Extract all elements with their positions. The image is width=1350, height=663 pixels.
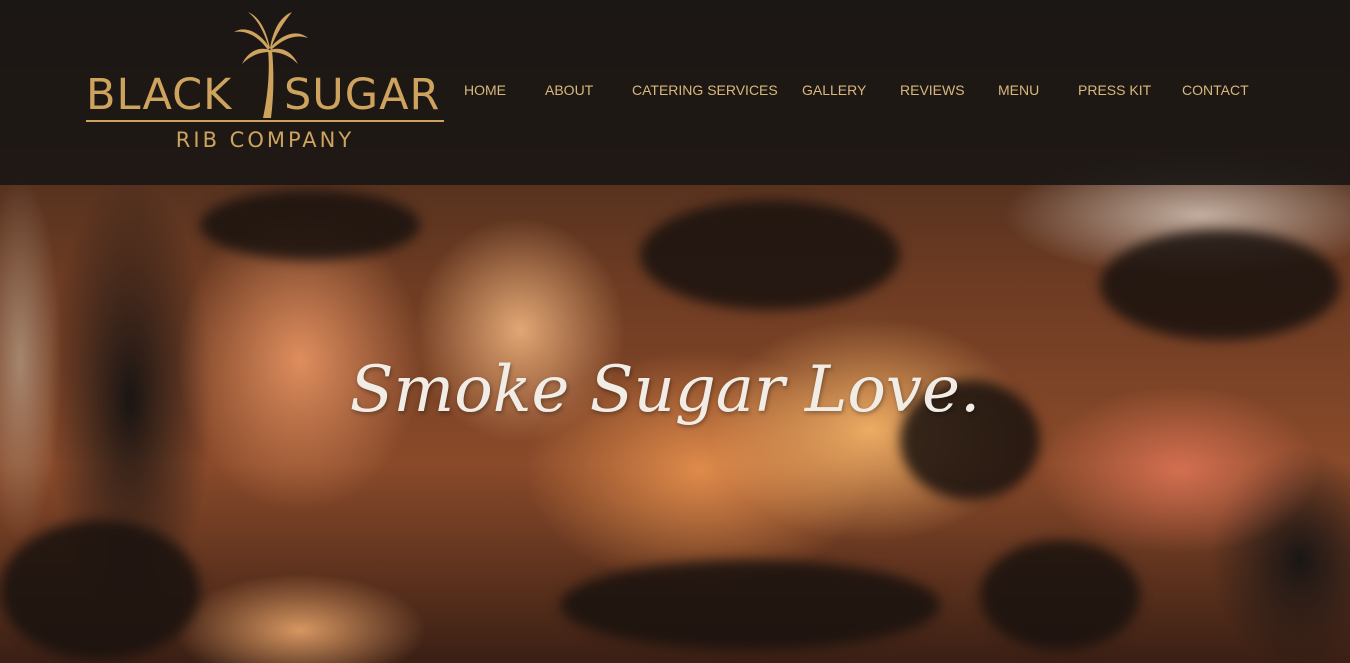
brand-subtitle: RIB COMPANY [175, 128, 355, 152]
nav-home[interactable]: HOME [464, 81, 506, 99]
nav-reviews[interactable]: REVIEWS [900, 81, 965, 99]
main-navigation: HOME ABOUT CATERING SERVICES GALLERY REV… [0, 81, 1350, 101]
site-header: BLACK SUGAR RIB COMPANY HOME ABOUT CATER… [0, 0, 1350, 185]
nav-catering-services[interactable]: CATERING SERVICES [632, 81, 778, 99]
nav-menu[interactable]: MENU [998, 81, 1039, 99]
logo-divider [86, 120, 444, 122]
nav-gallery[interactable]: GALLERY [802, 81, 866, 99]
nav-about[interactable]: ABOUT [545, 81, 593, 99]
nav-press-kit[interactable]: PRESS KIT [1078, 81, 1151, 99]
hero-tagline: Smoke Sugar Love. [349, 353, 981, 427]
nav-contact[interactable]: CONTACT [1182, 81, 1249, 99]
